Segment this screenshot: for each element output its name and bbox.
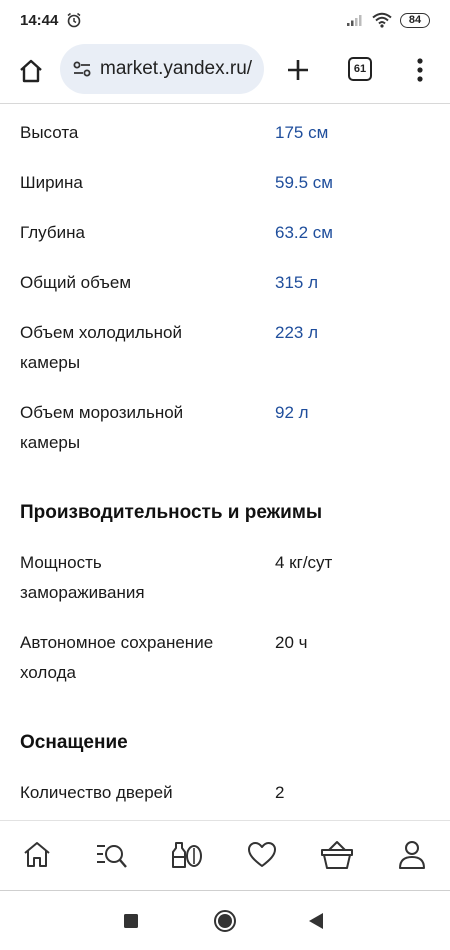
- home-icon: [20, 59, 42, 83]
- spec-value: 2: [275, 783, 285, 802]
- home-circle-icon: [214, 910, 236, 932]
- alarm-icon: [67, 12, 81, 28]
- status-bar: 14:44 84: [0, 0, 450, 40]
- spec-row: Объем морозильной камеры 92 л: [20, 398, 440, 458]
- wifi-icon: [372, 12, 392, 28]
- spec-row: Мощность замораживания 4 кг/сут: [20, 548, 440, 608]
- spec-name: Автономное сохранение холода: [20, 633, 214, 682]
- spec-value-link[interactable]: 223 л: [275, 318, 318, 378]
- spec-name: Высота: [20, 123, 79, 142]
- spec-row: Автономное сохранение холода 20 ч: [20, 628, 440, 688]
- url-bar[interactable]: market.yandex.ru/: [60, 44, 264, 94]
- plus-icon: [288, 60, 308, 80]
- system-nav-bar: [0, 890, 450, 950]
- spec-row: Глубина 63.2 см: [20, 218, 440, 248]
- recents-button[interactable]: [119, 909, 143, 933]
- cart-icon: [321, 841, 353, 869]
- nav-catalog-button[interactable]: [96, 839, 128, 871]
- specs-content: Высота 175 см Ширина 59.5 см Глубина 63.…: [0, 104, 450, 820]
- new-tab-button[interactable]: [282, 54, 314, 86]
- spec-name: Общий объем: [20, 273, 132, 292]
- spec-value-link[interactable]: 92 л: [275, 398, 309, 458]
- home-nav-button[interactable]: [213, 909, 237, 933]
- section-title: Производительность и режимы: [20, 502, 323, 523]
- spec-value: 20 ч: [275, 633, 308, 652]
- nav-home-button[interactable]: [21, 839, 53, 871]
- spec-value-link[interactable]: 315 л: [275, 268, 318, 298]
- status-icons: 84: [346, 12, 430, 28]
- spec-name: Количество дверей: [20, 783, 173, 802]
- spec-name: Глубина: [20, 223, 85, 242]
- battery-level: 84: [408, 14, 422, 26]
- spec-row: Количество дверей 2: [20, 778, 440, 808]
- battery-icon: 84: [400, 12, 430, 28]
- nav-favorites-button[interactable]: [246, 839, 278, 871]
- spec-row: Общий объем 315 л: [20, 268, 440, 298]
- status-time: 14:44: [20, 11, 59, 29]
- section-title: Оснащение: [20, 732, 128, 753]
- back-triangle-icon: [309, 913, 323, 929]
- spec-row: Высота 175 см: [20, 118, 440, 148]
- tab-count: 61: [353, 63, 367, 75]
- tabs-switcher-button[interactable]: 61: [348, 57, 372, 81]
- browser-toolbar: market.yandex.ru/ 61: [0, 40, 450, 104]
- profile-icon: [399, 841, 425, 869]
- signal-icon: [347, 15, 362, 26]
- home-icon: [24, 842, 50, 867]
- more-vert-icon: [417, 58, 423, 82]
- spec-value-link[interactable]: 59.5 см: [275, 168, 333, 198]
- nav-profile-button[interactable]: [396, 839, 428, 871]
- spec-row: Ширина 59.5 см: [20, 168, 440, 198]
- spec-name: Объем морозильной камеры: [20, 403, 184, 452]
- spec-name: Ширина: [20, 173, 83, 192]
- url-text: market.yandex.ru/: [100, 58, 253, 79]
- nav-products-button[interactable]: [171, 839, 203, 871]
- back-button[interactable]: [304, 909, 328, 933]
- browser-home-button[interactable]: [14, 54, 48, 88]
- site-settings-icon[interactable]: [72, 59, 92, 79]
- recents-icon: [124, 914, 138, 928]
- spec-name: Объем холодильной камеры: [20, 323, 182, 372]
- browser-menu-button[interactable]: [408, 54, 432, 86]
- spec-row: Объем холодильной камеры 223 л: [20, 318, 440, 378]
- favorites-icon: [248, 842, 276, 867]
- spec-value-link[interactable]: 63.2 см: [275, 218, 333, 248]
- bottom-nav: [0, 820, 450, 890]
- catalog-search-icon: [97, 845, 127, 868]
- spec-value-link[interactable]: 175 см: [275, 118, 328, 148]
- spec-value: 4 кг/сут: [275, 553, 333, 572]
- nav-cart-button[interactable]: [321, 839, 353, 871]
- spec-name: Мощность замораживания: [20, 553, 145, 602]
- products-icon: [172, 842, 202, 868]
